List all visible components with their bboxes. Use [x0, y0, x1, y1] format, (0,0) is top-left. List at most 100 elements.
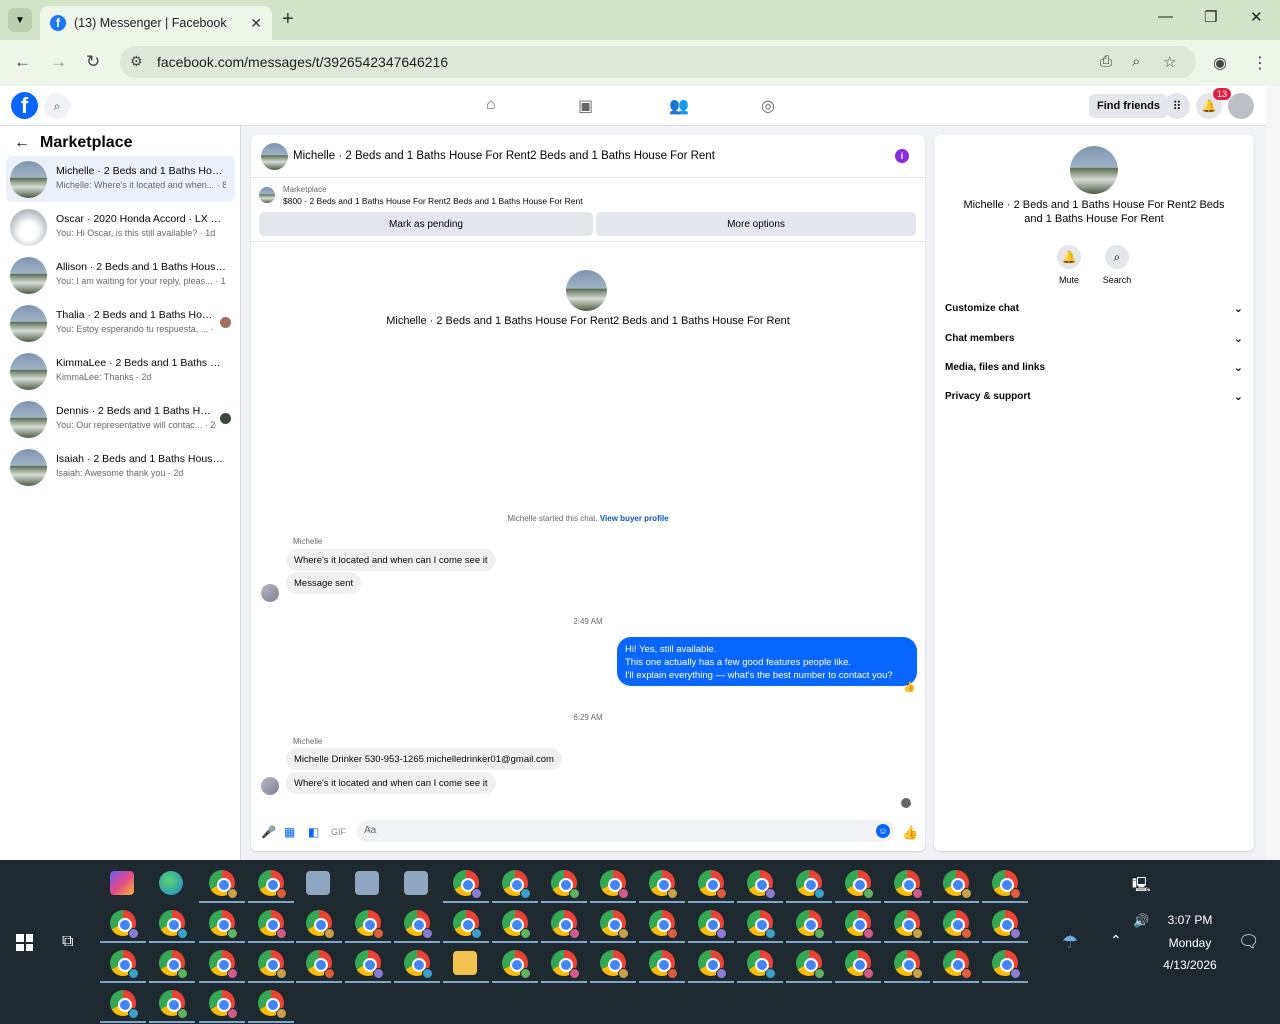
like-icon[interactable]: 👍 — [902, 825, 918, 841]
chrome-window-icon[interactable] — [600, 950, 629, 979]
message-bubble[interactable]: Michelle Drinker 530-953-1265 michelledr… — [286, 748, 562, 770]
chrome-window-icon[interactable] — [747, 910, 776, 939]
section-privacy-support[interactable]: Privacy & support ⌄ — [945, 391, 1243, 403]
weather-icon[interactable]: ☂ — [1062, 932, 1078, 953]
chrome-window-icon[interactable] — [845, 950, 874, 979]
gif-icon[interactable]: GIF — [331, 827, 346, 837]
chrome-window-icon[interactable] — [943, 870, 972, 899]
app-icon[interactable] — [306, 871, 330, 895]
bookmark-star-icon[interactable]: ☆ — [1163, 53, 1176, 71]
message-bubble[interactable]: Message sent — [286, 572, 362, 594]
chrome-window-icon[interactable] — [992, 950, 1021, 979]
sticker-icon[interactable]: ◧ — [308, 825, 319, 839]
chrome-window-icon[interactable] — [747, 870, 776, 899]
chrome-window-icon[interactable] — [355, 910, 384, 939]
view-buyer-profile-link[interactable]: View buyer profile — [600, 514, 669, 523]
task-view-icon[interactable]: ⧉ — [62, 933, 73, 951]
back-icon[interactable]: ← — [14, 52, 31, 72]
app-icon[interactable] — [355, 871, 379, 895]
reaction-emoji-icon[interactable]: 👍 — [903, 682, 915, 693]
chrome-window-icon[interactable] — [796, 950, 825, 979]
chrome-window-icon[interactable] — [159, 910, 188, 939]
chrome-window-icon[interactable] — [110, 950, 139, 979]
chrome-window-icon[interactable] — [209, 950, 238, 979]
edge-browser-icon[interactable] — [159, 871, 183, 895]
chrome-window-icon[interactable] — [551, 950, 580, 979]
chrome-window-icon[interactable] — [698, 870, 727, 899]
page-scrollbar[interactable] — [1266, 86, 1280, 860]
chrome-window-icon[interactable] — [159, 990, 188, 1019]
chrome-window-icon[interactable] — [649, 950, 678, 979]
chrome-window-icon[interactable] — [698, 910, 727, 939]
chrome-window-icon[interactable] — [600, 910, 629, 939]
file-explorer-icon[interactable] — [453, 951, 477, 975]
photo-icon[interactable]: ▦ — [284, 825, 295, 839]
close-tab-icon[interactable]: ✕ — [250, 15, 262, 32]
chrome-window-icon[interactable] — [258, 950, 287, 979]
chrome-window-icon[interactable] — [600, 870, 629, 899]
chrome-window-icon[interactable] — [649, 870, 678, 899]
install-app-icon[interactable]: ⎙ — [1100, 53, 1112, 70]
conversation-item[interactable]: Oscar · 2020 Honda Accord · LX Sedan 4D … — [6, 204, 235, 250]
chrome-window-icon[interactable] — [404, 910, 433, 939]
chrome-window-icon[interactable] — [551, 870, 580, 899]
chrome-window-icon[interactable] — [796, 910, 825, 939]
chrome-window-icon[interactable] — [551, 910, 580, 939]
site-info-icon[interactable]: ⚙ — [130, 53, 143, 70]
new-tab-icon[interactable]: + — [282, 8, 294, 31]
notification-center-icon[interactable]: 🗨 — [1238, 932, 1260, 952]
chrome-window-icon[interactable] — [894, 950, 923, 979]
chrome-window-icon[interactable] — [110, 990, 139, 1019]
clock-day[interactable]: Monday — [1150, 936, 1230, 950]
chrome-window-icon[interactable] — [992, 910, 1021, 939]
tab-search-button[interactable]: ▼ — [8, 8, 32, 32]
section-chat-members[interactable]: Chat members ⌄ — [945, 333, 1243, 345]
chevron-up-icon[interactable]: ⌃ — [1110, 932, 1122, 949]
reload-icon[interactable]: ↻ — [86, 52, 100, 72]
message-bubble[interactable]: Where's it located and when can I come s… — [286, 549, 496, 571]
chrome-window-icon[interactable] — [453, 910, 482, 939]
chrome-window-icon[interactable] — [943, 910, 972, 939]
profile-icon[interactable]: ◉ — [1213, 53, 1227, 73]
close-window-icon[interactable]: ✕ — [1250, 8, 1263, 26]
chrome-window-icon[interactable] — [992, 870, 1021, 899]
chrome-window-icon[interactable] — [894, 870, 923, 899]
message-input[interactable]: Aa ☺ — [356, 820, 894, 842]
menu-kebab-icon[interactable]: ⋮ — [1252, 53, 1268, 73]
message-bubble[interactable]: Where's it located and when can I come s… — [286, 772, 496, 794]
chrome-window-icon[interactable] — [845, 870, 874, 899]
search-button[interactable]: ⌕ Search — [1092, 245, 1142, 285]
minimize-icon[interactable]: — — [1158, 8, 1173, 25]
chrome-window-icon[interactable] — [747, 950, 776, 979]
chrome-window-icon[interactable] — [209, 910, 238, 939]
chrome-window-icon[interactable] — [649, 910, 678, 939]
chrome-window-icon[interactable] — [209, 990, 238, 1019]
app-icon[interactable] — [404, 871, 428, 895]
chrome-window-icon[interactable] — [209, 870, 238, 899]
more-options-button[interactable]: More options — [596, 212, 916, 236]
chrome-window-icon[interactable] — [698, 950, 727, 979]
outgoing-message-bubble[interactable]: Hi! Yes, still available. This one actua… — [617, 637, 917, 686]
back-arrow-icon[interactable]: ← — [14, 134, 30, 152]
browser-tab[interactable]: f (13) Messenger | Facebook ✕ — [40, 6, 272, 40]
chrome-window-icon[interactable] — [943, 950, 972, 979]
chrome-window-icon[interactable] — [258, 990, 287, 1019]
chrome-window-icon[interactable] — [258, 910, 287, 939]
conversation-item[interactable]: Dennis · 2 Beds and 1 Baths House For Re… — [6, 396, 235, 442]
chrome-window-icon[interactable] — [453, 870, 482, 899]
chat-title[interactable]: Michelle · 2 Beds and 1 Baths House For … — [293, 150, 715, 162]
info-icon[interactable]: i — [895, 149, 909, 163]
chrome-window-icon[interactable] — [502, 950, 531, 979]
facebook-logo-icon[interactable]: f — [11, 92, 38, 119]
emoji-icon[interactable]: ☺ — [876, 824, 890, 838]
chrome-window-icon[interactable] — [355, 950, 384, 979]
conversation-item[interactable]: KimmaLee · 2 Beds and 1 Baths House For … — [6, 348, 235, 394]
copilot-app-icon[interactable] — [110, 871, 134, 895]
chrome-window-icon[interactable] — [796, 870, 825, 899]
windows-start-icon[interactable] — [16, 934, 33, 951]
avatar[interactable] — [1070, 146, 1118, 194]
menu-grid-icon[interactable]: ⠿ — [1164, 93, 1190, 119]
zoom-icon[interactable]: ⌕ — [1132, 53, 1140, 70]
chrome-window-icon[interactable] — [502, 870, 531, 899]
chrome-window-icon[interactable] — [894, 910, 923, 939]
